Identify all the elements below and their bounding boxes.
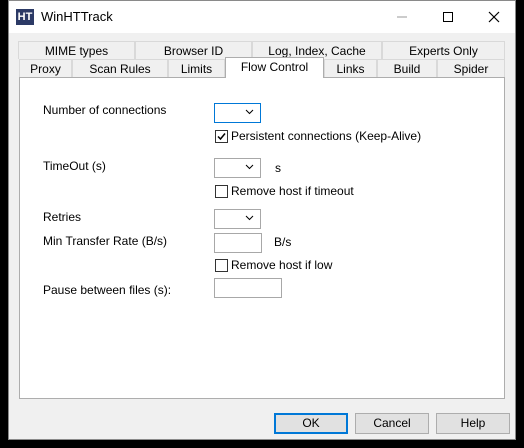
pause-input[interactable] <box>214 278 282 298</box>
flow-control-panel: Number of connections Persistent connect… <box>19 77 505 399</box>
pause-label: Pause between files (s): <box>43 283 172 297</box>
minimize-button[interactable] <box>379 1 425 32</box>
ok-button[interactable]: OK <box>274 413 348 434</box>
connections-label: Number of connections <box>43 103 167 117</box>
min-rate-unit: B/s <box>274 235 292 249</box>
close-button[interactable] <box>471 1 517 32</box>
remove-low-label[interactable]: Remove host if low <box>231 258 332 272</box>
tab-mime-types[interactable]: MIME types <box>18 41 135 59</box>
dialog-window: HT WinHTTrack MIME types Browser ID Log,… <box>8 0 516 440</box>
title-bar[interactable]: HT WinHTTrack <box>9 1 515 33</box>
tab-experts-only[interactable]: Experts Only <box>382 41 505 59</box>
keepalive-label[interactable]: Persistent connections (Keep-Alive) <box>231 129 421 143</box>
min-rate-input[interactable] <box>214 233 262 253</box>
tab-spider[interactable]: Spider <box>437 59 505 77</box>
timeout-combo[interactable] <box>214 158 261 178</box>
remove-timeout-label[interactable]: Remove host if timeout <box>231 184 354 198</box>
timeout-label: TimeOut (s) <box>43 159 106 173</box>
window-title: WinHTTrack <box>41 9 113 24</box>
keepalive-checkbox[interactable] <box>215 130 228 143</box>
retries-label: Retries <box>43 210 82 224</box>
tab-build[interactable]: Build <box>377 59 437 77</box>
chevron-down-icon <box>245 109 254 115</box>
tab-limits[interactable]: Limits <box>168 59 225 77</box>
connections-combo[interactable] <box>214 103 261 123</box>
checkmark-icon <box>217 133 226 141</box>
maximize-button[interactable] <box>425 1 471 32</box>
retries-combo[interactable] <box>214 209 261 229</box>
chevron-down-icon <box>245 164 254 170</box>
remove-low-checkbox[interactable] <box>215 259 228 272</box>
remove-timeout-checkbox[interactable] <box>215 185 228 198</box>
timeout-unit: s <box>275 161 281 175</box>
cancel-button[interactable]: Cancel <box>355 413 429 434</box>
tab-links[interactable]: Links <box>324 59 377 77</box>
minimize-icon <box>397 16 407 17</box>
app-logo-icon: HT <box>16 9 34 25</box>
maximize-icon <box>443 11 453 22</box>
close-icon <box>488 11 500 22</box>
min-rate-label: Min Transfer Rate (B/s) <box>43 234 168 248</box>
help-button[interactable]: Help <box>436 413 510 434</box>
tab-scan-rules[interactable]: Scan Rules <box>72 59 168 77</box>
chevron-down-icon <box>245 215 254 221</box>
tab-flow-control[interactable]: Flow Control <box>225 57 324 78</box>
tab-proxy[interactable]: Proxy <box>19 59 72 77</box>
